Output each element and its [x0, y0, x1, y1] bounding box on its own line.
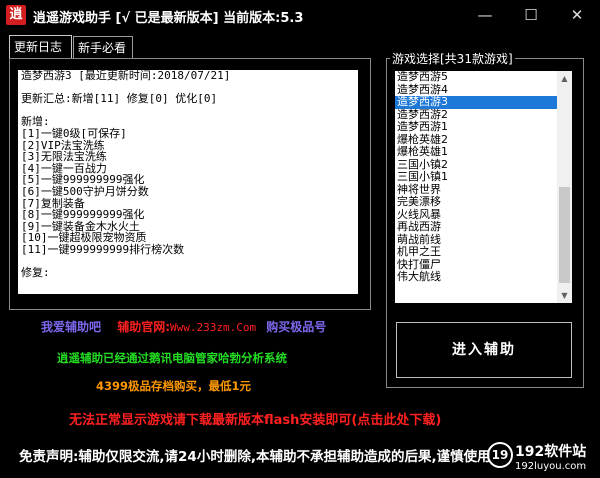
watermark-url: 192luyou.com — [515, 461, 587, 472]
game-list-item[interactable]: 爆枪英雄1 — [395, 145, 572, 159]
game-group-title: 游戏选择[共31款游戏] — [390, 50, 515, 67]
official-site-label: 辅助官网: — [117, 320, 171, 334]
log-line: [3]无限法宝洗练 — [21, 150, 107, 164]
scroll-thumb[interactable] — [559, 187, 570, 283]
tab-update-log[interactable]: 更新日志 — [9, 35, 72, 58]
flash-download-link[interactable]: 无法正常显示游戏请下载最新版本flash安装即可(点击此处下载) — [69, 409, 441, 428]
game-list-item[interactable]: 造梦西游1 — [395, 120, 572, 134]
promo-link[interactable]: 4399极品存档购买，最低1元 — [96, 378, 251, 394]
official-site-link[interactable]: Www.233zm.Com — [170, 321, 256, 334]
links-row: 我爱辅助吧 辅助官网:Www.233zm.Com 购买极品号 — [41, 318, 326, 335]
game-list-item[interactable]: 机甲之王 — [395, 245, 572, 259]
update-log-text[interactable]: 造梦西游3 [最近更新时间:2018/07/21] 更新汇总:新增[11] 修复… — [18, 70, 358, 294]
minimize-button[interactable]: — — [462, 0, 508, 31]
game-list-item[interactable]: 伟大航线 — [395, 270, 572, 284]
site-watermark: 19 192软件站 192luyou.com — [487, 440, 599, 476]
log-line: 修复: — [21, 266, 50, 280]
scroll-up-arrow-icon[interactable]: ▲ — [557, 71, 572, 86]
watermark-name: 192软件站 — [515, 444, 587, 460]
log-line: [1]一键0级[可保存] — [21, 126, 127, 140]
disclaimer-text: 免责声明:辅助仅限交流,请24小时删除,本辅助不承担辅助造成的后果,谨慎使用 — [19, 449, 491, 465]
game-list-scrollbar[interactable]: ▲ ▼ — [557, 71, 572, 303]
log-line: 更新汇总:新增[11] 修复[0] 优化[0] — [21, 92, 218, 106]
game-list-item[interactable]: 三国小镇1 — [395, 170, 572, 184]
scroll-down-arrow-icon[interactable]: ▼ — [557, 288, 572, 303]
game-list-item[interactable]: 完美漂移 — [395, 195, 572, 209]
game-list-item[interactable]: 造梦西游5 — [395, 71, 572, 84]
close-button[interactable]: ✕ — [554, 0, 600, 31]
game-list-item[interactable]: 造梦西游3 — [395, 95, 572, 109]
watermark-logo-icon: 19 — [487, 442, 513, 468]
love-assist-link[interactable]: 我爱辅助吧 — [41, 320, 101, 334]
log-line: [8]一键999999999强化 — [21, 208, 145, 222]
app-icon: 逍 — [6, 5, 26, 25]
maximize-button[interactable]: ☐ — [508, 0, 554, 31]
title-bar[interactable]: 逍 逍遥游戏助手 [√ 已是最新版本] 当前版本:5.3 — ☐ ✕ — [0, 0, 600, 31]
game-list-item[interactable]: 再战西游 — [395, 220, 572, 234]
tab-beginner-guide[interactable]: 新手必看 — [73, 36, 133, 58]
game-listbox[interactable]: 造梦西游5 造梦西游4 造梦西游3 造梦西游2 造梦西游1 爆枪英雄2 爆枪英雄1 三国小镇2… — [395, 71, 572, 303]
log-line: 造梦西游3 [最近更新时间:2018/07/21] — [21, 70, 231, 82]
enter-assist-button[interactable]: 进入辅助 — [396, 322, 572, 378]
window-title: 逍遥游戏助手 [√ 已是最新版本] 当前版本:5.3 — [33, 11, 304, 26]
log-line: [11]一键999999999排行榜次数 — [21, 242, 185, 256]
buy-account-link[interactable]: 购买极品号 — [266, 320, 326, 334]
log-line: [6]一键500守护月饼分数 — [21, 184, 149, 198]
security-notice: 逍遥辅助已经通过鹅讯电脑管家哈勃分析系统 — [57, 351, 287, 365]
